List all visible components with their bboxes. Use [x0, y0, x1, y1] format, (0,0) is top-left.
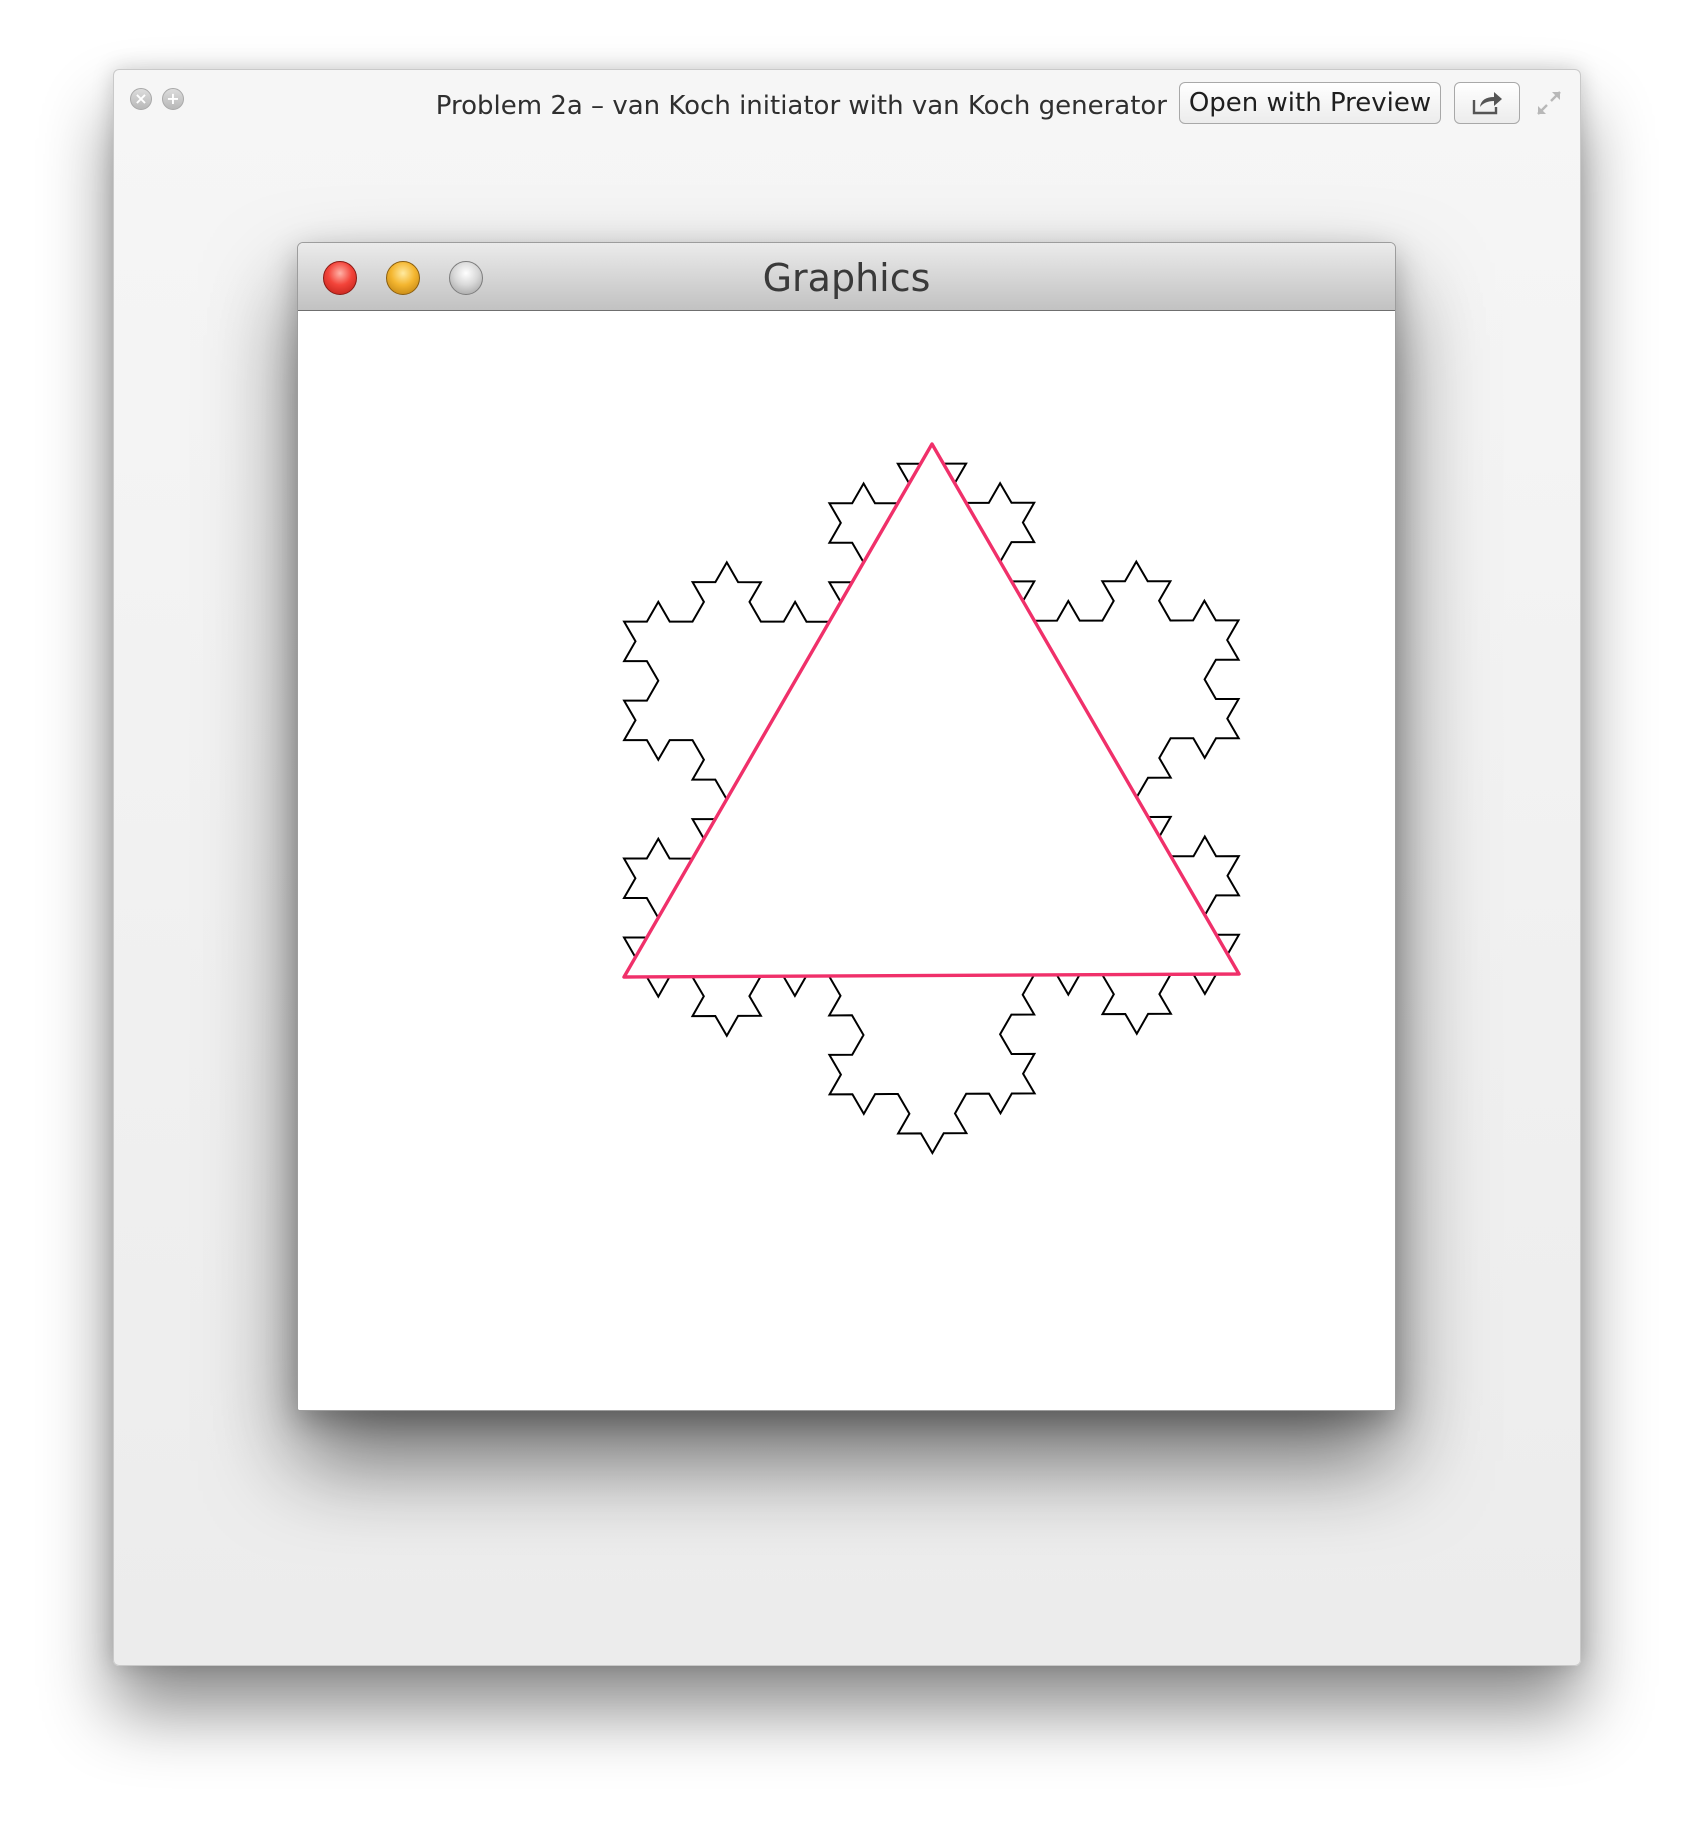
open-with-preview-button[interactable]: Open with Preview: [1179, 82, 1441, 124]
initiator-triangle: [622, 442, 1241, 979]
fullscreen-button[interactable]: [1534, 88, 1564, 118]
close-icon[interactable]: ×: [130, 88, 152, 110]
plus-icon[interactable]: +: [162, 88, 184, 110]
graphics-window: Graphics: [297, 242, 1396, 1411]
graphics-titlebar[interactable]: Graphics: [298, 243, 1395, 311]
graphics-canvas: [298, 311, 1395, 1410]
expand-icon: [1537, 91, 1561, 115]
koch-snowflake-curve: [622, 443, 1241, 1155]
graphics-window-title: Graphics: [762, 256, 931, 300]
quicklook-title: Problem 2a – van Koch initiator with van…: [435, 91, 1167, 121]
quicklook-controls: × +: [130, 88, 184, 110]
fractal-drawing: [622, 442, 1241, 1155]
share-icon: [1472, 92, 1502, 115]
share-button[interactable]: [1454, 82, 1520, 124]
